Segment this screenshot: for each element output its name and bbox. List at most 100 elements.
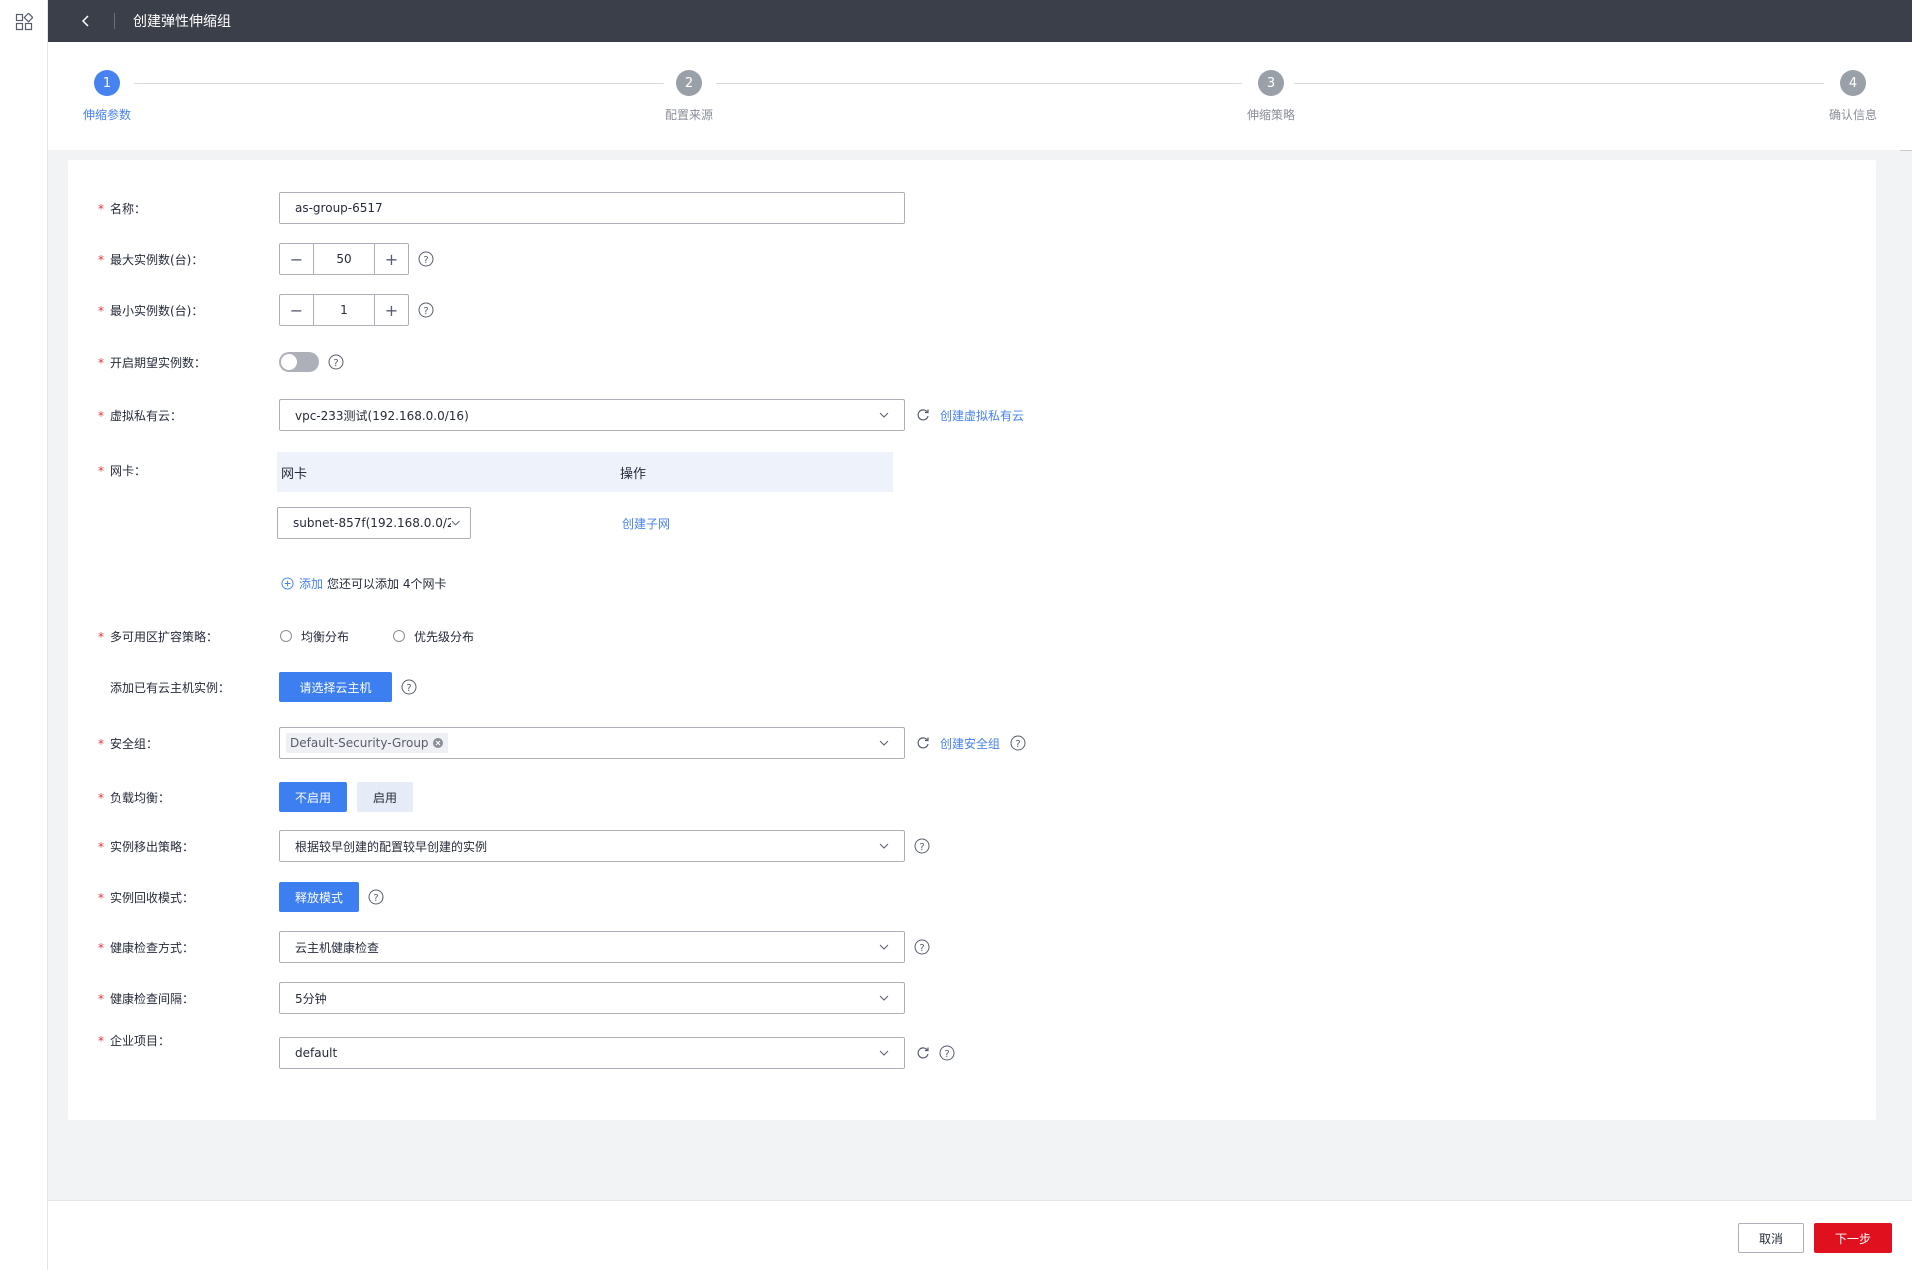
form-card: * 名称： as-group-6517 * 最大实例数(台)： − 50 + ? *… (68, 160, 1876, 1120)
nic-table: 网卡 操作 subnet-857f(192.168.0.0/24 创建子网 (277, 452, 893, 554)
max-instances-value[interactable]: 50 (313, 244, 375, 274)
create-subnet-link[interactable]: 创建子网 (622, 515, 670, 532)
vpc-select[interactable]: vpc-233测试(192.168.0.0/16) (279, 399, 905, 431)
row-recycle-mode: * 实例回收模式： 释放模式 ? (68, 882, 1876, 912)
close-circle-icon[interactable] (432, 737, 444, 749)
row-health-interval: * 健康检查间隔： 5分钟 (68, 982, 1876, 1014)
row-health-check: * 健康检查方式： 云主机健康检查 ? (68, 931, 1876, 963)
row-min-instances: * 最小实例数(台)： − 1 + ? (68, 294, 1876, 326)
step-connector (716, 83, 1242, 84)
enterprise-project-label: 企业项目： (110, 1034, 171, 1048)
next-step-button[interactable]: 下一步 (1814, 1223, 1892, 1253)
help-icon[interactable]: ? (418, 302, 434, 318)
min-instances-stepper: − 1 + (279, 294, 409, 326)
help-icon[interactable]: ? (368, 889, 384, 905)
add-nic-link[interactable]: 添加 (299, 575, 323, 592)
removal-policy-select[interactable]: 根据较早创建的配置较早创建的实例 (279, 830, 905, 862)
desired-toggle[interactable] (279, 352, 319, 372)
radio-balanced[interactable]: 均衡分布 (280, 628, 349, 645)
row-load-balance: * 负载均衡： 不启用 启用 (68, 782, 1876, 812)
min-instances-value[interactable]: 1 (313, 295, 375, 325)
step-2: 2 配置来源 (665, 70, 713, 123)
row-desired: * 开启期望实例数： ? (68, 350, 1876, 374)
page-header: 创建弹性伸缩组 (48, 0, 1912, 42)
security-group-label: 安全组： (110, 736, 159, 751)
decrement-button[interactable]: − (280, 295, 313, 325)
health-interval-value: 5分钟 (295, 991, 327, 1006)
removal-policy-value: 根据较早创建的配置较早创建的实例 (295, 839, 488, 854)
step-3: 3 伸缩策略 (1247, 70, 1295, 123)
cancel-button[interactable]: 取消 (1738, 1223, 1804, 1253)
vpc-value: vpc-233测试(192.168.0.0/16) (295, 408, 469, 423)
step-4: 4 确认信息 (1829, 70, 1877, 123)
name-label: 名称： (110, 201, 147, 216)
health-check-select[interactable]: 云主机健康检查 (279, 931, 905, 963)
svg-text:?: ? (919, 943, 924, 954)
svg-text:?: ? (333, 358, 338, 369)
increment-button[interactable]: + (375, 244, 408, 274)
recycle-mode-label: 实例回收模式： (110, 890, 195, 905)
svg-text:?: ? (944, 1049, 949, 1060)
subnet-value: subnet-857f(192.168.0.0/24 (293, 516, 451, 530)
svg-text:?: ? (406, 683, 411, 694)
help-icon[interactable]: ? (418, 251, 434, 267)
apps-grid-icon[interactable] (15, 13, 33, 31)
page-title: 创建弹性伸缩组 (133, 14, 231, 30)
name-input[interactable]: as-group-6517 (279, 192, 905, 224)
radio-priority[interactable]: 优先级分布 (393, 628, 474, 645)
column-header-action: 操作 (620, 466, 647, 482)
help-icon[interactable]: ? (939, 1045, 955, 1061)
enterprise-project-value: default (295, 1046, 338, 1060)
health-interval-label: 健康检查间隔： (110, 991, 195, 1006)
create-security-group-link[interactable]: 创建安全组 (940, 735, 1000, 752)
min-instances-label: 最小实例数(台)： (110, 303, 204, 318)
back-button[interactable] (68, 0, 104, 42)
refresh-icon[interactable] (916, 736, 930, 750)
row-max-instances: * 最大实例数(台)： − 50 + ? (68, 243, 1876, 275)
row-existing-ecs: 添加已有云主机实例： 请选择云主机 ? (68, 672, 1876, 702)
step-number: 3 (1258, 70, 1284, 96)
select-ecs-button[interactable]: 请选择云主机 (279, 672, 392, 702)
row-name: * 名称： as-group-6517 (68, 192, 1876, 224)
existing-ecs-label: 添加已有云主机实例： (110, 680, 231, 695)
step-connector (134, 83, 664, 84)
row-removal-policy: * 实例移出策略： 根据较早创建的配置较早创建的实例 ? (68, 830, 1876, 862)
help-icon[interactable]: ? (914, 939, 930, 955)
chevron-down-icon (879, 740, 889, 746)
step-label: 配置来源 (665, 108, 714, 122)
release-mode-button[interactable]: 释放模式 (279, 882, 359, 912)
svg-text:?: ? (373, 893, 378, 904)
page-footer: 取消 下一步 (48, 1200, 1912, 1270)
wizard-steps: 1 伸缩参数 2 配置来源 3 伸缩策略 4 确认信息 (48, 42, 1912, 150)
help-icon[interactable]: ? (1010, 735, 1026, 751)
refresh-icon[interactable] (916, 1046, 930, 1060)
radio-label: 优先级分布 (414, 629, 475, 644)
help-icon[interactable]: ? (914, 838, 930, 854)
step-label: 伸缩参数 (83, 108, 132, 122)
enterprise-project-select[interactable]: default (279, 1037, 905, 1069)
lb-disable-button[interactable]: 不启用 (279, 782, 347, 812)
security-group-tag: Default-Security-Group (286, 733, 448, 753)
security-group-select[interactable]: Default-Security-Group (279, 727, 905, 759)
add-nic-hint: 您还可以添加 4个网卡 (327, 576, 447, 591)
left-rail (0, 0, 48, 1270)
increment-button[interactable]: + (375, 295, 408, 325)
health-interval-select[interactable]: 5分钟 (279, 982, 905, 1014)
svg-text:?: ? (1015, 739, 1020, 750)
svg-text:?: ? (919, 842, 924, 853)
tag-label: Default-Security-Group (290, 736, 429, 750)
step-connector (1294, 83, 1824, 84)
load-balance-label: 负载均衡： (110, 790, 171, 805)
help-icon[interactable]: ? (401, 679, 417, 695)
lb-enable-button[interactable]: 启用 (357, 782, 413, 812)
subnet-select[interactable]: subnet-857f(192.168.0.0/24 (277, 507, 471, 539)
create-vpc-link[interactable]: 创建虚拟私有云 (940, 407, 1024, 424)
refresh-icon[interactable] (916, 408, 930, 422)
decrement-button[interactable]: − (280, 244, 313, 274)
add-circle-icon[interactable] (281, 576, 294, 590)
row-security-group: * 安全组： Default-Security-Group 创建安全组 ? (68, 727, 1876, 759)
help-icon[interactable]: ? (328, 354, 344, 370)
chevron-down-icon (879, 1050, 889, 1056)
svg-text:?: ? (423, 306, 428, 317)
radio-label: 均衡分布 (301, 629, 350, 644)
